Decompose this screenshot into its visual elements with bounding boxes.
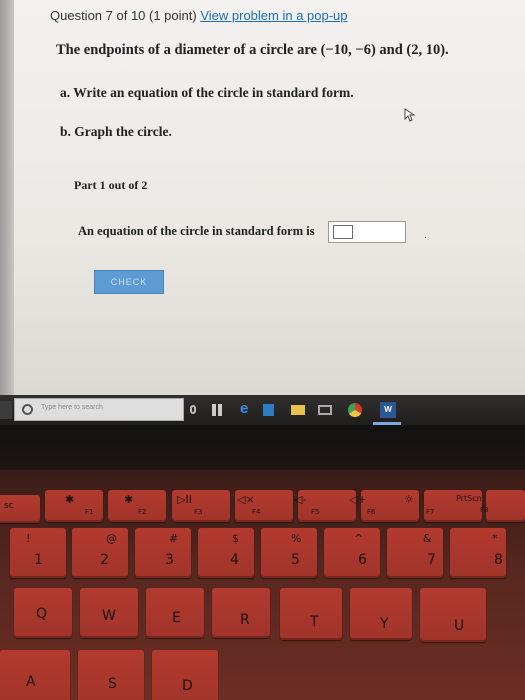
key-2: @ 2 <box>72 528 128 578</box>
key-main: U <box>454 618 465 634</box>
key-top: * <box>492 532 498 545</box>
key-e: E <box>146 588 204 638</box>
key-symbol: ▷II <box>177 493 192 506</box>
key-top: ! <box>26 532 31 545</box>
key-main: A <box>26 674 36 690</box>
key-symbol: ☼ <box>404 493 414 506</box>
key-f2: ✱ F2 <box>108 490 166 522</box>
key-f5: ◁- F5 <box>294 490 356 522</box>
key-main: S <box>108 676 117 692</box>
key-label: F7 <box>426 508 435 516</box>
screen-bezel <box>0 0 14 395</box>
key-7: & 7 <box>387 528 443 578</box>
key-label: F5 <box>311 508 320 516</box>
store-icon[interactable] <box>263 404 274 416</box>
key-t: T <box>280 588 342 640</box>
answer-input[interactable] <box>328 221 406 243</box>
popup-link[interactable]: View problem in a pop-up <box>200 8 347 23</box>
mouse-cursor-icon <box>404 108 416 122</box>
word-icon-label: W <box>384 405 392 414</box>
key-s: S <box>78 650 144 700</box>
key-top: & <box>423 532 432 545</box>
windows-taskbar: Type here to search e W <box>0 395 525 425</box>
key-main: 4 <box>230 552 239 568</box>
key-a: A <box>0 650 70 700</box>
check-button[interactable]: CHECK <box>94 270 164 294</box>
key-main: 1 <box>34 552 43 568</box>
key-sublabel: F8 <box>480 506 489 514</box>
key-top: ^ <box>354 532 364 545</box>
question-page: Question 7 of 10 (1 point) View problem … <box>42 0 525 380</box>
key-d: D <box>152 650 218 700</box>
part-a-instruction: a. Write an equation of the circle in st… <box>60 85 354 100</box>
key-f4: ◁× F4 <box>235 490 293 522</box>
question-number: Question 7 of 10 (1 point) <box>50 8 197 23</box>
key-label: sc <box>4 501 14 511</box>
key-6: ^ 6 <box>324 528 380 578</box>
key-y: Y <box>350 588 412 640</box>
key-symbol: ✱ <box>124 493 134 506</box>
key-8: * 8 <box>450 528 506 578</box>
key-top: @ <box>106 532 117 545</box>
chrome-icon[interactable] <box>348 403 362 417</box>
file-explorer-icon[interactable] <box>291 405 305 415</box>
key-symbol: ✱ <box>65 493 75 506</box>
edge-icon[interactable]: e <box>240 400 254 417</box>
key-main: Y <box>380 616 389 632</box>
key-main: 5 <box>291 552 300 568</box>
problem-statement: The endpoints of a diameter of a circle … <box>56 42 449 58</box>
key-q: Q <box>14 588 72 638</box>
key-symbol: ◁+ <box>349 493 367 506</box>
key-main: D <box>182 678 193 694</box>
question-header: Question 7 of 10 (1 point) View problem … <box>50 8 348 23</box>
word-icon[interactable]: W <box>380 402 396 418</box>
key-main: W <box>102 608 116 624</box>
key-main: 6 <box>358 552 367 568</box>
answer-prompt: An equation of the circle in standard fo… <box>78 224 315 238</box>
key-prtscn: PrtScn F8 <box>456 490 525 522</box>
key-u: U <box>420 588 486 642</box>
search-placeholder: Type here to search <box>41 404 103 411</box>
key-label: PrtScn <box>456 494 482 503</box>
mail-icon[interactable] <box>318 405 332 415</box>
key-label: F4 <box>252 508 261 516</box>
key-4: $ 4 <box>198 528 254 578</box>
key-top: # <box>169 532 179 545</box>
key-1: ! 1 <box>10 528 66 578</box>
key-top: % <box>291 532 302 545</box>
key-main: E <box>172 610 181 626</box>
key-main: 8 <box>494 552 503 568</box>
key-5: % 5 <box>261 528 317 578</box>
key-main: 2 <box>100 552 109 568</box>
taskbar-search-input[interactable]: Type here to search <box>14 398 184 421</box>
key-esc: sc <box>0 495 40 523</box>
mic-icon[interactable] <box>190 405 196 414</box>
key-f1: ✱ F1 <box>45 490 103 522</box>
key-symbol: ◁- <box>294 493 307 506</box>
key-w: W <box>80 588 138 638</box>
answer-input-cursor-box <box>333 225 353 239</box>
key-top: $ <box>232 532 239 545</box>
task-view-icon[interactable] <box>210 403 224 417</box>
key-label: F6 <box>367 508 376 516</box>
key-main: R <box>240 612 250 628</box>
key-label: F3 <box>194 508 203 516</box>
key-label: F1 <box>85 508 94 516</box>
cortana-icon <box>22 404 33 415</box>
key-r: R <box>212 588 270 638</box>
laptop-screen: Question 7 of 10 (1 point) View problem … <box>0 0 525 395</box>
key-symbol: ◁× <box>237 493 255 506</box>
key-3: # 3 <box>135 528 191 578</box>
key-label: F2 <box>138 508 147 516</box>
part-b-instruction: b. Graph the circle. <box>60 124 172 139</box>
key-main: 7 <box>427 552 436 568</box>
key-f3: ▷II F3 <box>172 490 230 522</box>
key-main: 3 <box>165 552 174 568</box>
key-main: Q <box>36 606 48 622</box>
key-main: T <box>310 614 319 630</box>
start-button[interactable] <box>0 401 12 419</box>
part-progress: Part 1 out of 2 <box>74 178 148 192</box>
laptop-keyboard: sc ✱ F1 ✱ F2 ▷II F3 ◁× F4 ◁- F5 ◁+ F6 ☼ … <box>0 470 525 700</box>
answer-trailing-dot: . <box>424 230 427 241</box>
